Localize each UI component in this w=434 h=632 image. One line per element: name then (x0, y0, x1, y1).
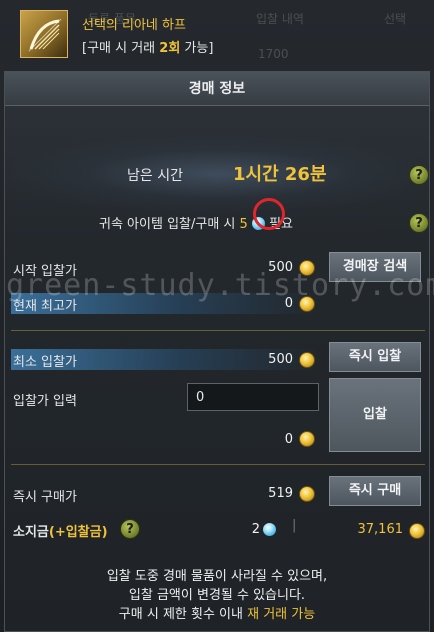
auction-notice: 입찰 도중 경매 물품이 사라질 수 있으며, 입찰 금액이 변경될 수 있습니… (0, 567, 434, 624)
highlight-ring (253, 198, 285, 230)
item-header: 선택의 리아네 하프 [구매 시 거래 2회 가능] (0, 0, 434, 70)
notice-line-2: 입찰 금액이 변경될 수 있습니다. (128, 588, 306, 603)
dialog-title: 경매 정보 (5, 72, 429, 106)
instant-buy-value: 519 (268, 486, 293, 501)
instant-buy-label: 즉시 구매가 (13, 490, 77, 505)
gold-coin-icon (299, 352, 315, 368)
bound-notice-prefix: 귀속 아이템 입찰/구매 시 (99, 217, 236, 232)
min-bid-value: 500 (268, 352, 293, 367)
remaining-time-panel: 남은 시간 1시간 26분 (11, 136, 425, 212)
bound-notice-count: 5 (239, 217, 248, 232)
item-name: 선택의 리아네 하프 (82, 18, 186, 33)
wallet-gold-value: 37,161 (357, 522, 404, 537)
gold-coin-icon (299, 431, 315, 447)
instant-buy-button[interactable]: 즉시 구매 (329, 476, 421, 506)
remaining-time-help-icon[interactable]: ? (409, 165, 429, 185)
notice-line-3: 구매 시 제한 횟수 이내 재 거래 가능 (0, 605, 434, 624)
gold-coin-icon (409, 523, 425, 539)
notice-line-1: 입찰 도중 경매 물품이 사라질 수 있으며, (106, 569, 328, 584)
bound-item-help-icon[interactable]: ? (409, 213, 429, 233)
gold-coin-icon (299, 486, 315, 502)
trade-limit-count: 2회 (159, 41, 181, 56)
trade-limit-suffix: 가능] (180, 41, 214, 56)
wallet-label: 소지금(+입찰금) (13, 521, 108, 540)
wallet-label-prefix: 소지금 (13, 525, 49, 540)
remaining-time-label: 남은 시간 (127, 168, 183, 184)
wallet-label-suffix: (+입찰금) (48, 525, 108, 540)
bid-button[interactable]: 입찰 (329, 378, 421, 452)
wallet-separator: | (292, 518, 297, 533)
section-divider (11, 464, 425, 465)
watermark: green-study.tistory.com (6, 268, 434, 303)
wallet-gems-value: 2 (251, 522, 260, 537)
bid-total-value: 0 (284, 432, 293, 447)
harp-item-icon[interactable] (20, 10, 68, 58)
bid-amount-input[interactable] (187, 383, 319, 411)
trade-limit: [구매 시 거래 2회 가능] (82, 37, 213, 56)
trade-limit-prefix: [구매 시 거래 (82, 41, 160, 56)
gem-icon (263, 523, 276, 536)
min-bid-label: 최소 입찰가 (13, 355, 77, 370)
section-divider (11, 330, 425, 331)
auction-info-dialog: 경매 정보 남은 시간 1시간 26분 ? 귀속 아이템 입찰/구매 시 5 필… (4, 71, 430, 632)
remaining-time-value: 1시간 26분 (233, 164, 327, 185)
bid-input-label: 입찰가 입력 (13, 394, 77, 409)
notice-line-3-prefix: 구매 시 제한 횟수 이내 (118, 607, 248, 622)
wallet-help-icon[interactable]: ? (120, 519, 140, 539)
instant-bid-button[interactable]: 즉시 입찰 (329, 342, 421, 372)
notice-line-3-highlight: 재 거래 가능 (247, 607, 316, 622)
